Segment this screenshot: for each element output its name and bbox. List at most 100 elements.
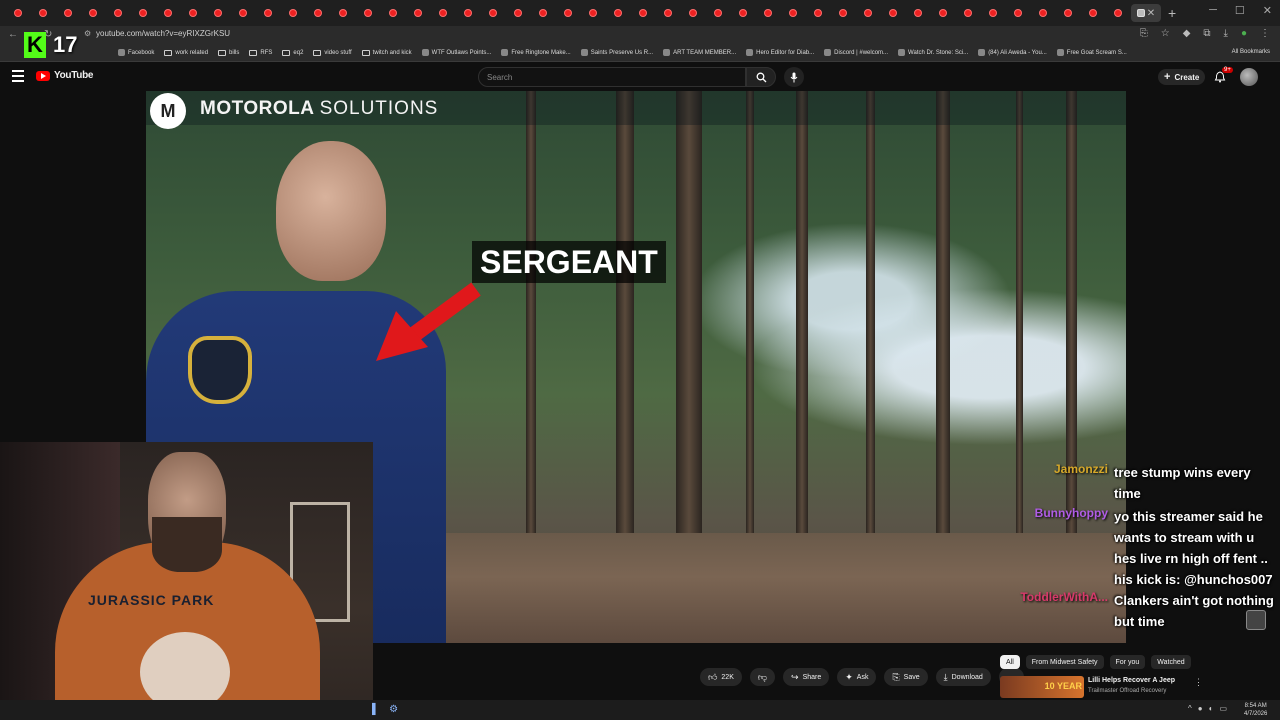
browser-tab[interactable] [1031, 4, 1055, 22]
browser-tab[interactable] [181, 4, 205, 22]
download-button[interactable]: ⤓ Download [935, 668, 991, 686]
browser-tab[interactable] [506, 4, 530, 22]
profile-icon[interactable]: ● [1241, 28, 1247, 39]
search-input[interactable]: Search [478, 67, 746, 87]
voice-search-button[interactable] [784, 67, 804, 87]
bookmark-item[interactable]: twitch and kick [361, 49, 412, 56]
browser-tab[interactable] [381, 4, 405, 22]
install-icon[interactable]: ⎘ [1140, 28, 1148, 39]
browser-tab[interactable] [281, 4, 305, 22]
browser-tab[interactable] [106, 4, 130, 22]
dislike-button[interactable]: 👎︎ [749, 668, 776, 686]
all-bookmarks-button[interactable]: All Bookmarks [1232, 49, 1270, 55]
maximize-icon[interactable]: ☐ [1235, 4, 1245, 17]
browser-tab[interactable] [1006, 4, 1030, 22]
browser-tab[interactable] [906, 4, 930, 22]
filter-chip[interactable]: All [1000, 655, 1020, 669]
browser-tab[interactable] [131, 4, 155, 22]
browser-tab[interactable] [731, 4, 755, 22]
bookmark-star-icon[interactable]: ☆ [1161, 28, 1170, 39]
youtube-logo[interactable]: YouTube [36, 70, 94, 81]
bookmark-item[interactable]: Free Goat Scream S... [1056, 49, 1127, 56]
share-button[interactable]: ↪ Share [783, 668, 830, 686]
tray-monitor-icon[interactable]: ▭ [1219, 704, 1227, 713]
browser-tab[interactable] [706, 4, 730, 22]
browser-tab[interactable] [806, 4, 830, 22]
bookmark-item[interactable]: Hero Editor for Diab... [746, 49, 814, 56]
browser-tab[interactable] [656, 4, 680, 22]
like-button[interactable]: 👍︎ 22K [700, 668, 742, 686]
browser-tab[interactable] [1081, 4, 1105, 22]
bookmark-item[interactable]: bills [218, 49, 239, 56]
taskbar-settings-icon[interactable]: ⚙ [389, 704, 398, 715]
browser-tab[interactable] [831, 4, 855, 22]
extensions-puzzle-icon[interactable]: ⧉ [1203, 28, 1210, 39]
browser-tab[interactable] [481, 4, 505, 22]
hamburger-menu-icon[interactable] [12, 70, 24, 82]
taskbar-clock[interactable]: 8:54 AM 4/7/2026 [1244, 702, 1267, 718]
browser-tab[interactable] [6, 4, 30, 22]
browser-tab[interactable] [681, 4, 705, 22]
browser-tab[interactable] [931, 4, 955, 22]
taskbar-app-icon[interactable]: ▌ [372, 704, 379, 715]
recommendation-channel[interactable]: Trailmaster Offroad Recovery [1088, 688, 1166, 694]
bookmark-item[interactable]: (84) Ali Aweda - You... [978, 49, 1047, 56]
save-button[interactable]: ⎘ Save [884, 668, 928, 686]
bookmark-item[interactable]: ART TEAM MEMBER... [663, 49, 736, 56]
browser-tab[interactable] [31, 4, 55, 22]
close-tab-icon[interactable]: ✕ [1147, 8, 1155, 19]
bookmark-item[interactable]: Watch Dr. Stone: Sci... [898, 49, 968, 56]
browser-tab[interactable] [456, 4, 480, 22]
account-avatar[interactable] [1240, 68, 1258, 86]
browser-tab[interactable] [1106, 4, 1130, 22]
filter-chip[interactable]: For you [1109, 655, 1146, 669]
browser-tab[interactable] [56, 4, 80, 22]
back-icon[interactable]: ← [8, 29, 18, 40]
bookmark-item[interactable]: work related [164, 49, 208, 56]
browser-tab[interactable] [781, 4, 805, 22]
site-info-icon[interactable]: ⚙ [84, 29, 91, 38]
bookmark-item[interactable]: video stuff [313, 49, 352, 56]
filter-chip[interactable]: Watched [1151, 655, 1191, 669]
browser-tab[interactable] [956, 4, 980, 22]
browser-tab[interactable] [881, 4, 905, 22]
close-window-icon[interactable]: ✕ [1263, 4, 1272, 17]
browser-menu-icon[interactable]: ⋮ [1260, 28, 1270, 39]
minimize-icon[interactable]: ─ [1209, 4, 1217, 17]
search-button[interactable] [746, 67, 776, 87]
create-button[interactable]: + Create [1158, 69, 1206, 85]
browser-tab[interactable] [231, 4, 255, 22]
tray-volume-icon[interactable]: ◐ [1209, 704, 1214, 713]
browser-tab[interactable] [531, 4, 555, 22]
bookmark-item[interactable]: eq2 [282, 49, 303, 56]
browser-tab[interactable] [156, 4, 180, 22]
browser-tab[interactable] [256, 4, 280, 22]
bookmark-item[interactable]: Discord | #welcom... [824, 49, 888, 56]
browser-tab[interactable] [631, 4, 655, 22]
extension-icon[interactable]: ◆ [1183, 28, 1191, 39]
browser-tab[interactable] [606, 4, 630, 22]
browser-tab[interactable] [306, 4, 330, 22]
tray-chevron-icon[interactable]: ^ [1188, 704, 1192, 713]
browser-tab[interactable] [981, 4, 1005, 22]
url-field[interactable]: youtube.com/watch?v=eyRIXZGrKSU [96, 29, 230, 38]
recommendation-title[interactable]: Lilli Helps Recover A Jeep [1088, 677, 1175, 684]
browser-tab[interactable] [206, 4, 230, 22]
browser-tab[interactable] [406, 4, 430, 22]
browser-tab[interactable] [581, 4, 605, 22]
downloads-icon[interactable]: ⤓ [1224, 28, 1228, 39]
browser-tab[interactable]: ✕ [1131, 4, 1161, 22]
browser-tab[interactable] [556, 4, 580, 22]
ask-button[interactable]: ✦ Ask [837, 668, 877, 686]
bookmark-item[interactable]: Saints Preserve Us R... [580, 49, 653, 56]
browser-tab[interactable] [1056, 4, 1080, 22]
browser-tab[interactable] [81, 4, 105, 22]
filter-chip[interactable]: From Midwest Safety [1025, 655, 1104, 669]
browser-tab[interactable] [431, 4, 455, 22]
new-tab-button[interactable]: + [1168, 5, 1176, 21]
browser-tab[interactable] [756, 4, 780, 22]
browser-tab[interactable] [356, 4, 380, 22]
bookmark-item[interactable]: WTF Outlaws Points... [421, 49, 491, 56]
bookmark-item[interactable]: Facebook [118, 49, 154, 56]
bookmark-item[interactable]: Free Ringtone Make... [501, 49, 571, 56]
